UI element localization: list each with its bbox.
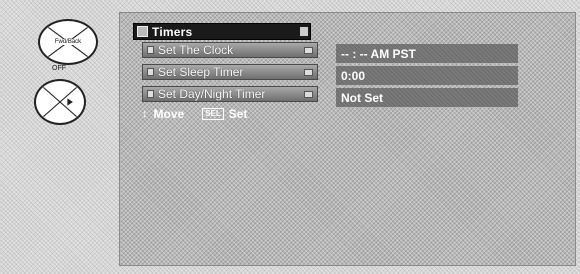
menu-item-set-the-clock[interactable]: Set The Clock: [142, 42, 318, 58]
menu-item-set-day-night-timer[interactable]: Set Day/Night Timer: [142, 86, 318, 102]
remote-button-label: Fwd/Back: [53, 39, 83, 45]
row-end-icon: [304, 91, 313, 98]
select-cross-icon: [43, 86, 77, 118]
row-end-icon: [304, 47, 313, 54]
set-hint-label: Set: [228, 107, 248, 121]
menu-title-bar: Timers: [133, 23, 311, 40]
day-night-timer-value: Not Set: [336, 88, 518, 107]
title-tab-icon: [137, 26, 148, 37]
bullet-icon: [147, 46, 154, 54]
remote-select-button[interactable]: [34, 79, 86, 125]
tv-screen-capture: Fwd/Back OFF Timers Set The Clock -- : -…: [0, 0, 580, 274]
menu-title: Timers: [152, 24, 193, 39]
off-label: OFF: [52, 65, 66, 72]
remote-dpad-button[interactable]: Fwd/Back: [38, 19, 98, 65]
menu-item-set-sleep-timer[interactable]: Set Sleep Timer: [142, 64, 318, 80]
title-end-icon: [300, 27, 308, 36]
clock-value: -- : -- AM PST: [336, 44, 518, 63]
remote-control-strip: Fwd/Back OFF: [0, 0, 118, 274]
move-hint-label: Move: [153, 107, 185, 121]
menu-item-label: Set The Clock: [158, 43, 234, 57]
navigation-hint: ↕ Move SEL Set: [142, 107, 247, 121]
sleep-timer-value: 0:00: [336, 66, 518, 85]
bullet-icon: [147, 90, 154, 98]
up-down-arrow-icon: ↕: [142, 108, 148, 120]
menu-item-label: Set Sleep Timer: [158, 65, 244, 79]
sel-key-icon: SEL: [202, 108, 224, 120]
timers-menu-panel: Timers Set The Clock -- : -- AM PST Set …: [119, 12, 576, 266]
bullet-icon: [147, 68, 154, 76]
row-end-icon: [304, 69, 313, 76]
menu-item-label: Set Day/Night Timer: [158, 87, 266, 101]
